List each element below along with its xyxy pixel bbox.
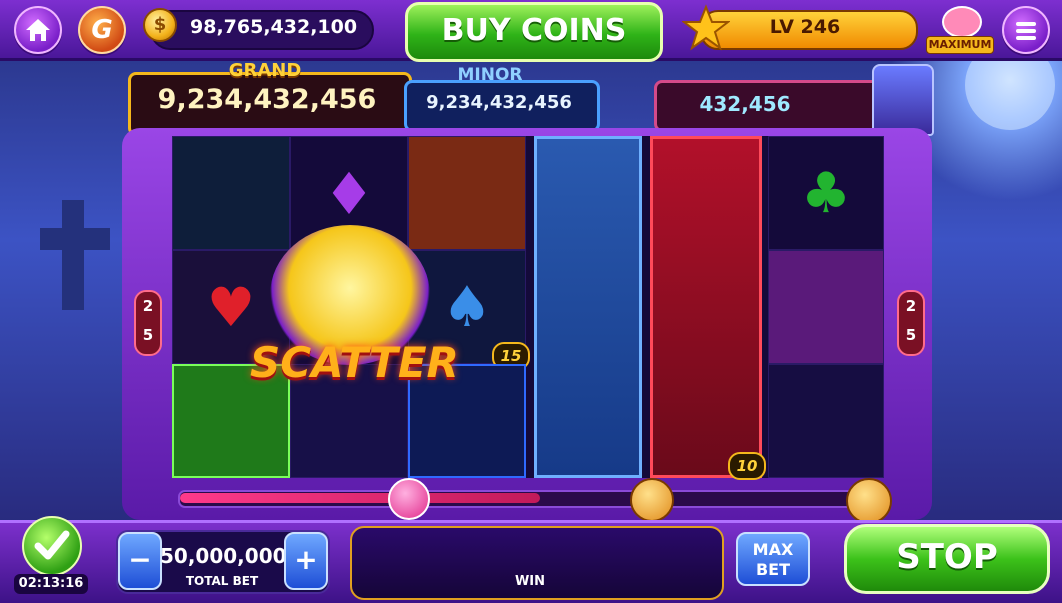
feature-progress-fill <box>180 493 540 503</box>
home-button[interactable] <box>14 6 62 54</box>
grand-value: 9,234,432,456 <box>157 84 377 115</box>
red-werewolf-symbol <box>650 136 762 478</box>
piggy-bank-icon[interactable] <box>942 6 982 38</box>
left-lines-indicator: 2 5 <box>134 290 162 356</box>
left-lines-top: 2 <box>142 297 154 315</box>
decrease-bet-button[interactable]: − <box>118 532 162 590</box>
spade-icon: ♠ <box>441 275 493 340</box>
left-lines-bottom: 5 <box>142 326 154 344</box>
grand-label: GRAND <box>228 60 302 81</box>
menu-icon <box>1016 22 1036 40</box>
right-lines-indicator: 2 5 <box>897 290 925 356</box>
right-lines-top: 2 <box>905 297 917 315</box>
checkmark-icon <box>34 530 70 560</box>
heart-icon: ♥ <box>206 276 256 339</box>
coin-icon: $ <box>143 8 177 42</box>
timer: 02:13:16 <box>14 574 88 594</box>
club-symbol: ♣ <box>768 136 884 250</box>
minor-value: 9,234,432,456 <box>426 92 572 113</box>
coin-balance: 98,765,432,100 <box>190 16 358 38</box>
auto-check-button[interactable] <box>22 516 82 576</box>
castle-icon <box>872 64 934 136</box>
cross-decoration-bar <box>40 228 110 250</box>
level-label: LV 246 <box>769 16 841 38</box>
bet-value: 50,000,000 <box>160 544 287 568</box>
logo-icon: G <box>91 15 113 45</box>
diamond-icon: ♦ <box>323 160 375 228</box>
logo-button[interactable]: G <box>78 6 126 54</box>
total-bet-label: TOTAL BET <box>185 574 259 588</box>
minor-label: MINOR <box>457 65 523 85</box>
progress-moon-marker-2 <box>846 478 892 524</box>
max-bet-button[interactable]: MAX BET <box>736 532 810 586</box>
witch-symbol <box>768 250 884 364</box>
candles-symbol <box>172 136 290 250</box>
club-icon: ♣ <box>800 161 852 226</box>
progress-knob <box>388 478 430 520</box>
progress-moon-marker-1 <box>630 478 674 522</box>
werewolf-man-symbol <box>534 136 642 478</box>
cross-decoration <box>62 200 84 310</box>
red-riding-hood-symbol <box>408 136 526 250</box>
home-icon <box>26 19 50 41</box>
star-icon <box>682 4 730 51</box>
right-lines-bottom: 5 <box>905 326 917 344</box>
menu-button[interactable] <box>1002 6 1050 54</box>
third-jackpot-value: 432,456 <box>699 92 791 116</box>
spell-book-symbol <box>768 364 884 478</box>
maximum-badge: MAXIMUM <box>926 36 994 54</box>
increase-bet-button[interactable]: + <box>284 532 328 590</box>
scatter-label: SCATTER <box>250 338 459 387</box>
multiplier-badge-10: 10 <box>728 452 766 480</box>
win-label: WIN <box>514 574 546 589</box>
stop-button[interactable]: STOP <box>844 524 1050 594</box>
max-bet-line1: MAX <box>752 540 794 559</box>
max-bet-line2: BET <box>755 560 791 579</box>
buy-coins-button[interactable]: BUY COINS <box>405 2 663 62</box>
